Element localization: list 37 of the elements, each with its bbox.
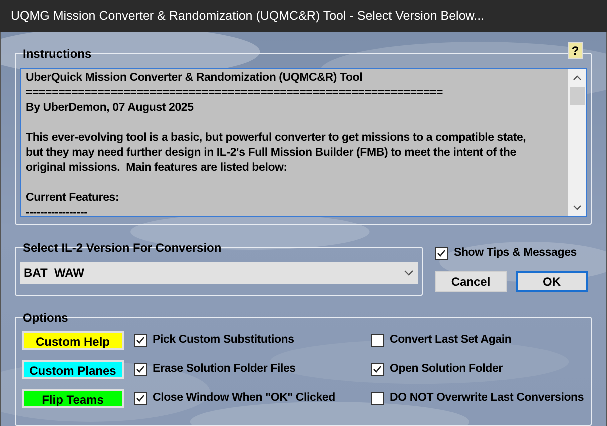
instructions-text: By UberDemon, 07 August 2025 [26,101,195,116]
instructions-text: UberQuick Mission Converter & Randomization (UQMC&R) Tool [26,71,364,86]
group-label: Instructions [22,46,93,63]
dialog-button[interactable]: Cancel [435,271,507,292]
checkbox[interactable] [371,334,384,347]
window-title: UQMG Mission Converter & Randomization (UQMC&R) Tool - Select Version Below... [11,8,485,25]
checkbox-label: Open Solution Folder [390,362,503,377]
checkbox[interactable] [371,392,384,405]
scroll-up-icon[interactable] [572,75,582,81]
checkbox-label: Pick Custom Substitutions [153,332,294,348]
dialog-button[interactable]: OK [516,271,588,292]
checkbox-label: Close Window When "OK" Clicked [153,390,336,406]
instructions-text: ----------------- [26,206,89,216]
group-label: Options [22,310,70,327]
scrollbar[interactable] [568,69,586,216]
help-button[interactable]: ? [568,42,583,59]
checkbox[interactable] [134,334,147,347]
checkbox[interactable] [435,247,448,260]
instructions-text: Current Features: [26,191,120,206]
version-dropdown[interactable]: BAT_WAW [20,262,418,284]
color-button[interactable]: Custom Planes [22,360,124,379]
checkbox-label: Show Tips & Messages [454,246,577,261]
checkbox-label: Convert Last Set Again [390,332,512,348]
checkbox[interactable] [134,363,147,376]
checkbox[interactable] [371,363,384,376]
scroll-thumb[interactable] [570,87,584,105]
checkbox[interactable] [134,392,147,405]
color-button[interactable]: Flip Teams [22,389,124,408]
checkbox-label: Erase Solution Folder Files [153,362,296,377]
chevron-down-icon [404,270,414,276]
instructions-text: This ever-evolving tool is a basic, but powerful converter to get missions to a compatible state, but they may need further design in IL-2's Full Mission Builder (FMB) to meet the intent of the original missions. Main features are listed below: [26,131,528,176]
color-button[interactable]: Custom Help [22,331,124,350]
checkbox-label: DO NOT Overwrite Last Conversions [390,390,584,406]
scroll-down-icon[interactable] [572,205,582,211]
version-value: BAT_WAW [24,265,84,282]
group-label: Select IL-2 Version For Conversion [22,240,223,257]
instructions-text: ================================================================ [26,86,444,101]
